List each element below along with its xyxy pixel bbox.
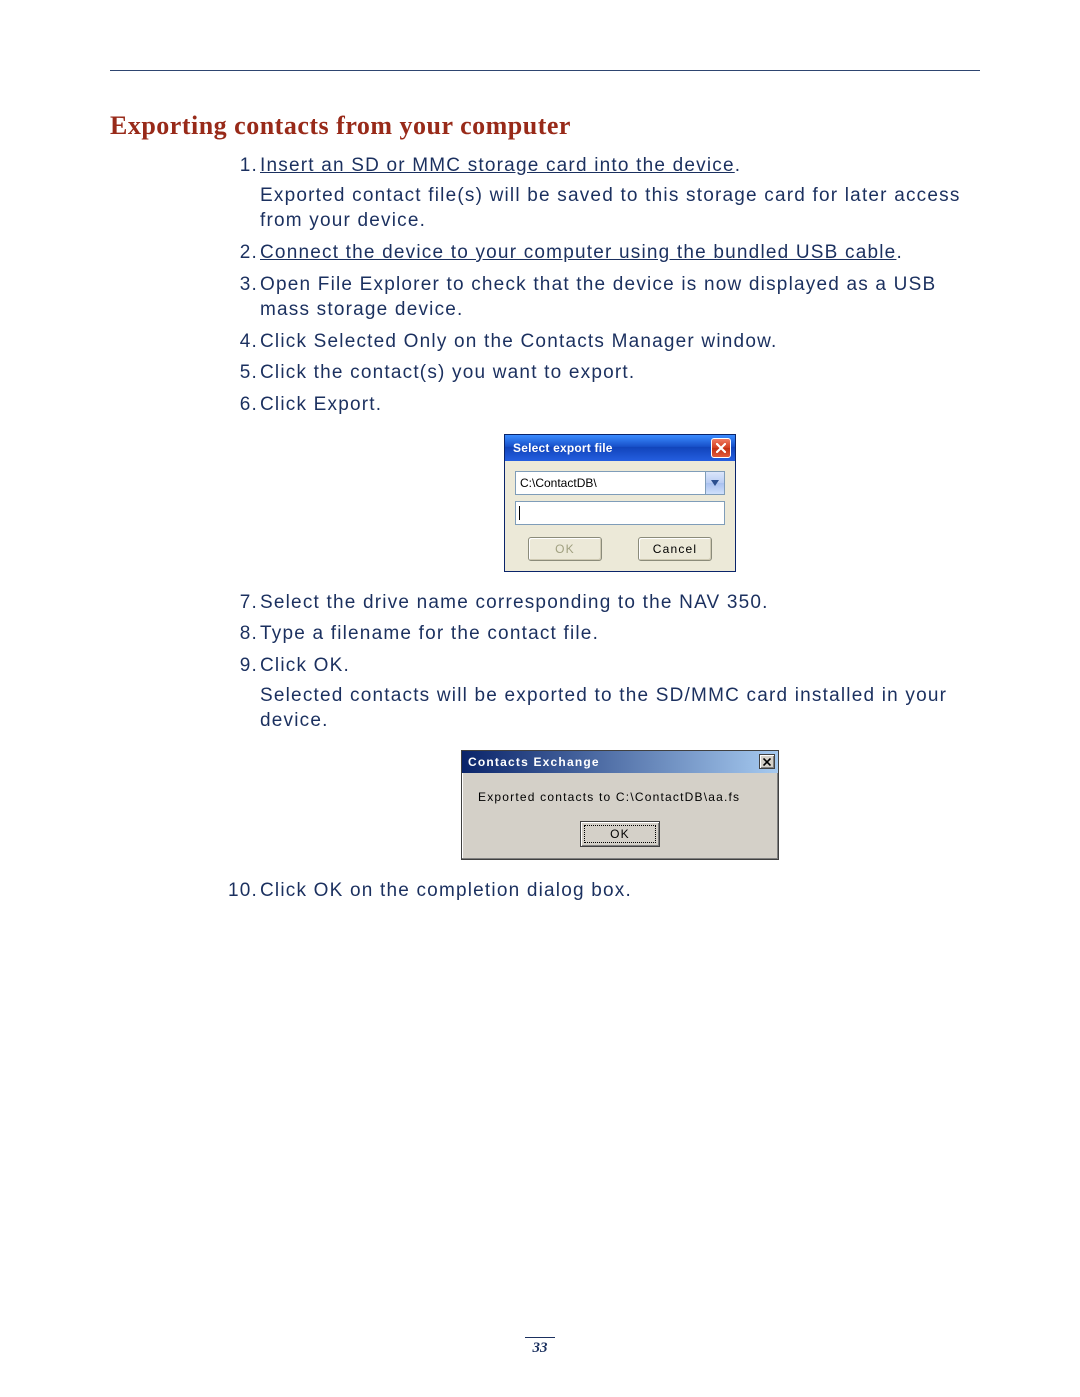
step-6: Click Export. Select export file — [260, 392, 980, 572]
dialog1-button-row: OK Cancel — [515, 537, 725, 561]
step-10: Click OK on the completion dialog box. — [260, 878, 980, 904]
figure-contacts-exchange: Contacts Exchange Exported contacts to C… — [260, 750, 980, 860]
close-icon[interactable] — [759, 754, 775, 769]
page-footer: 33 — [0, 1337, 1080, 1357]
contacts-exchange-body: Exported contacts to C:\ContactDB\aa.fs … — [462, 773, 778, 859]
select-export-titlebar[interactable]: Select export file — [505, 435, 735, 461]
step-9: Click OK. Selected contacts will be expo… — [260, 653, 980, 860]
step-7: Select the drive name corresponding to t… — [260, 590, 980, 616]
step-9-note: Selected contacts will be exported to th… — [260, 683, 980, 734]
step-1-note: Exported contact file(s) will be saved t… — [260, 183, 980, 234]
select-export-body: OK Cancel — [505, 461, 735, 571]
filename-field[interactable] — [515, 501, 725, 525]
contacts-exchange-title: Contacts Exchange — [468, 754, 759, 770]
step-2: Connect the device to your computer usin… — [260, 240, 980, 266]
step-1-link[interactable]: Insert an SD or MMC storage card into th… — [260, 155, 735, 176]
contacts-exchange-titlebar[interactable]: Contacts Exchange — [462, 751, 778, 773]
page-number: 33 — [0, 1340, 1080, 1357]
chevron-down-icon[interactable] — [705, 472, 724, 494]
path-combo[interactable] — [515, 471, 725, 495]
figure-select-export: Select export file — [260, 434, 980, 572]
close-icon[interactable] — [711, 438, 731, 458]
step-5: Click the contact(s) you want to export. — [260, 360, 980, 386]
path-input[interactable] — [516, 472, 705, 494]
step-6-text: Click Export. — [260, 394, 382, 415]
ok-button[interactable]: OK — [528, 537, 602, 561]
top-rule — [110, 70, 980, 71]
filename-input[interactable] — [520, 506, 724, 520]
ok-button[interactable]: OK — [580, 821, 660, 847]
select-export-dialog: Select export file — [504, 434, 736, 572]
step-8: Type a filename for the contact file. — [260, 621, 980, 647]
section-heading: Exporting contacts from your computer — [110, 111, 980, 141]
step-3: Open File Explorer to check that the dev… — [260, 272, 980, 323]
export-complete-message: Exported contacts to C:\ContactDB\aa.fs — [474, 789, 766, 805]
step-1: Insert an SD or MMC storage card into th… — [260, 153, 980, 234]
cancel-button[interactable]: Cancel — [638, 537, 712, 561]
instruction-list: Insert an SD or MMC storage card into th… — [110, 153, 980, 904]
select-export-title: Select export file — [513, 440, 711, 456]
footer-rule — [525, 1337, 555, 1338]
step-4: Click Selected Only on the Contacts Mana… — [260, 329, 980, 355]
ok-button-label: OK — [610, 826, 630, 842]
step-2-link[interactable]: Connect the device to your computer usin… — [260, 242, 896, 263]
contacts-exchange-dialog: Contacts Exchange Exported contacts to C… — [461, 750, 779, 860]
document-page: Exporting contacts from your computer In… — [0, 0, 1080, 1397]
step-9-text: Click OK. — [260, 655, 350, 676]
